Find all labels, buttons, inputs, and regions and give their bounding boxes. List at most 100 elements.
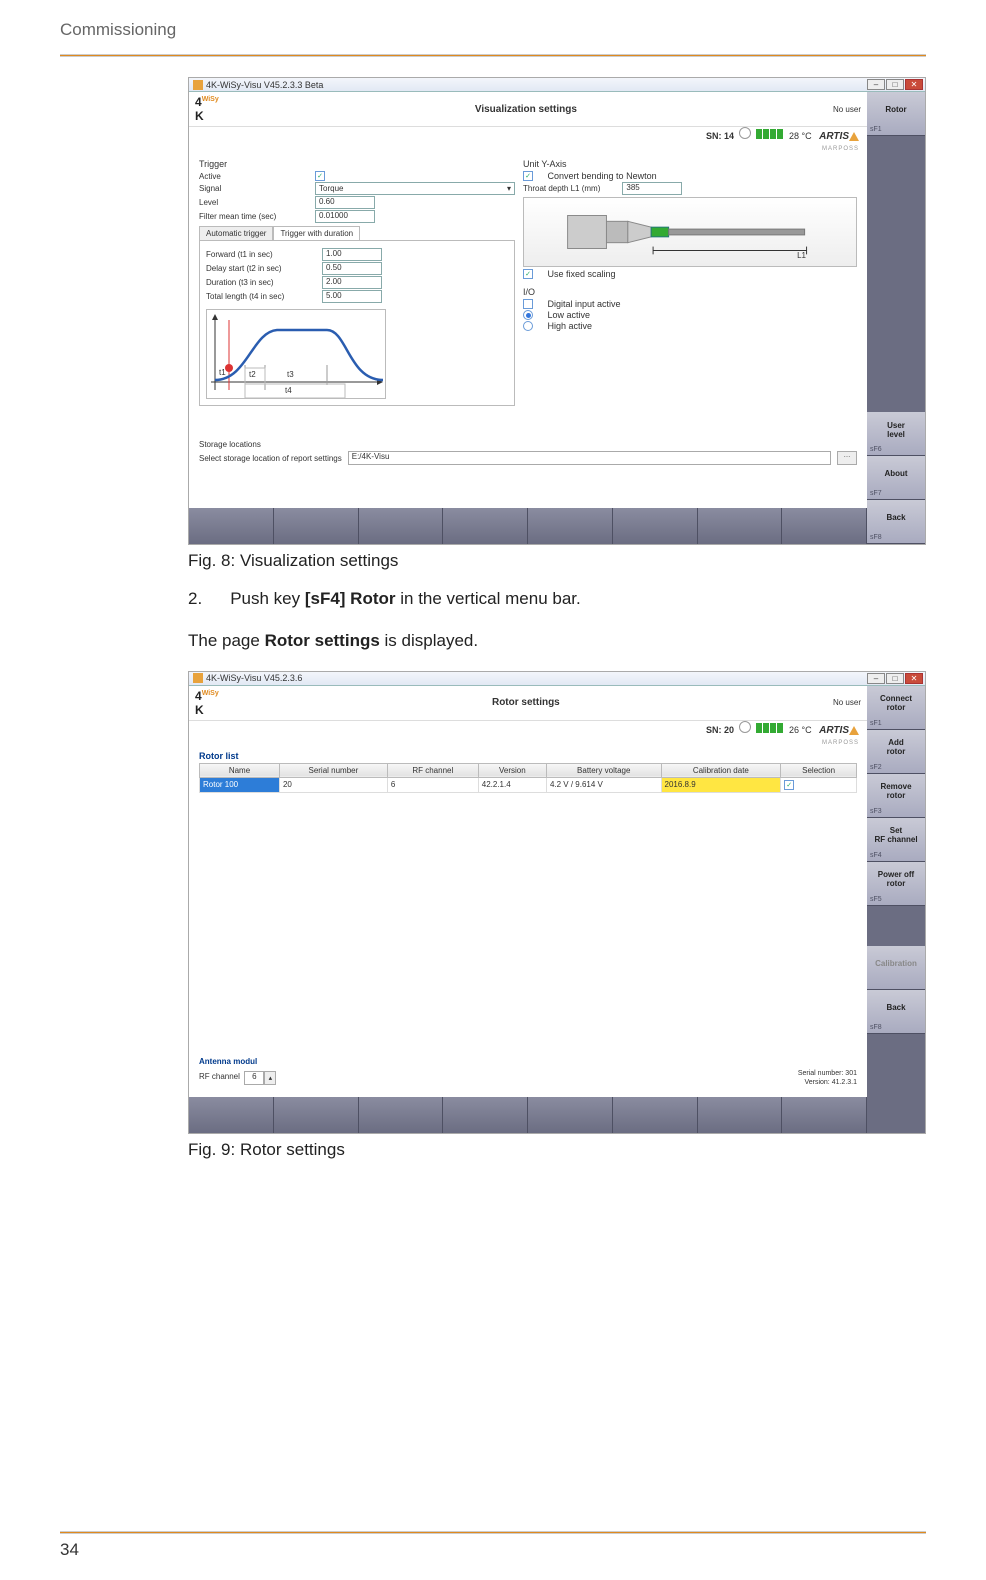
col-selection[interactable]: Selection xyxy=(781,763,857,777)
col-calibration[interactable]: Calibration date xyxy=(661,763,781,777)
figure-8-caption: Fig. 8: Visualization settings xyxy=(188,551,926,571)
rotor-table: Name Serial number RF channel Version Ba… xyxy=(199,763,857,793)
storage-heading: Storage locations xyxy=(199,440,857,449)
logo-4k: 4WiSyK xyxy=(195,95,219,123)
low-active-radio[interactable] xyxy=(523,310,533,320)
graph-t2: t2 xyxy=(249,370,256,379)
low-active-label: Low active xyxy=(548,310,591,320)
rf-channel-stepper[interactable]: 6 ▴ xyxy=(244,1071,276,1085)
col-battery[interactable]: Battery voltage xyxy=(546,763,661,777)
sn-label: SN: 14 xyxy=(706,131,734,141)
figure-9-screenshot: 4K-WiSy-Visu V45.2.3.6 – □ ✕ 4WiSyK Roto… xyxy=(188,671,926,1134)
close-button[interactable]: ✕ xyxy=(905,79,923,90)
page-title-2: Rotor settings xyxy=(225,697,827,708)
signal-label: Signal xyxy=(199,184,309,193)
signal-select[interactable]: Torque▾ xyxy=(315,182,515,195)
side-menu-2: Connect rotorsF1 Add rotorsF2 Remove rot… xyxy=(867,686,925,1133)
minimize-button[interactable]: – xyxy=(867,673,885,684)
logo-4k: 4WiSyK xyxy=(195,689,219,717)
table-empty-area xyxy=(199,793,857,1053)
fixed-scaling-checkbox[interactable]: ✓ xyxy=(523,269,533,279)
active-checkbox[interactable]: ✓ xyxy=(315,171,325,181)
spindle-diagram: L1 xyxy=(523,197,857,267)
side-add-rotor-button[interactable]: Add rotorsF2 xyxy=(867,730,925,774)
antenna-version: Version: 41.2.3.1 xyxy=(798,1078,857,1087)
graph-t4: t4 xyxy=(285,386,292,395)
signal-icon xyxy=(739,721,751,733)
battery-icon xyxy=(756,129,784,139)
side-power-off-button[interactable]: Power off rotorsF5 xyxy=(867,862,925,906)
app-icon xyxy=(193,80,203,90)
artis-logo: ARTIS xyxy=(819,131,849,142)
page-number: 34 xyxy=(60,1540,926,1560)
side-user-level-button[interactable]: User levelsF6 xyxy=(867,412,925,456)
side-set-rf-button[interactable]: Set RF channelsF4 xyxy=(867,818,925,862)
footer-rule xyxy=(60,1531,926,1534)
high-active-radio[interactable] xyxy=(523,321,533,331)
filter-input[interactable]: 0.01000 xyxy=(315,210,375,223)
side-calibration-button[interactable]: Calibration xyxy=(867,946,925,990)
cell-bat: 4.2 V / 9.614 V xyxy=(546,777,661,792)
storage-label: Select storage location of report settin… xyxy=(199,454,342,463)
col-serial[interactable]: Serial number xyxy=(279,763,387,777)
page-header: Commissioning xyxy=(0,0,986,46)
total-input[interactable]: 5.00 xyxy=(322,290,382,303)
maximize-button[interactable]: □ xyxy=(886,79,904,90)
side-remove-rotor-button[interactable]: Remove rotorsF3 xyxy=(867,774,925,818)
step-2: 2. Push key [sF4] Rotor in the vertical … xyxy=(188,587,926,611)
digital-input-checkbox[interactable] xyxy=(523,299,533,309)
app-icon xyxy=(193,673,203,683)
figure-8-screenshot: 4K-WiSy-Visu V45.2.3.3 Beta – □ ✕ 4WiSyK… xyxy=(188,77,926,545)
convert-bending-checkbox[interactable]: ✓ xyxy=(523,171,533,181)
cell-rf: 6 xyxy=(387,777,478,792)
level-input[interactable]: 0.60 xyxy=(315,196,375,209)
table-row[interactable]: Rotor 100 20 6 42.2.1.4 4.2 V / 9.614 V … xyxy=(200,777,857,792)
col-name[interactable]: Name xyxy=(200,763,280,777)
delay-input[interactable]: 0.50 xyxy=(322,262,382,275)
filter-label: Filter mean time (sec) xyxy=(199,212,309,221)
marposs-label: MARPOSS xyxy=(822,146,859,152)
col-version[interactable]: Version xyxy=(478,763,546,777)
throat-input[interactable]: 385 xyxy=(622,182,682,195)
side-empty xyxy=(867,906,925,946)
graph-t1: t1 xyxy=(219,368,226,377)
artis-logo: ARTIS xyxy=(819,725,849,736)
tab-automatic-trigger[interactable]: Automatic trigger xyxy=(199,226,273,240)
selection-checkbox[interactable]: ✓ xyxy=(784,780,794,790)
chevron-down-icon: ▾ xyxy=(507,184,511,193)
step-up-icon[interactable]: ▴ xyxy=(264,1071,276,1085)
cell-name: Rotor 100 xyxy=(200,777,280,792)
side-back-button-2[interactable]: BacksF8 xyxy=(867,990,925,1034)
antenna-serial: Serial number: 301 xyxy=(798,1069,857,1078)
window-title: 4K-WiSy-Visu V45.2.3.3 Beta xyxy=(206,80,323,90)
bottom-bar xyxy=(189,508,867,544)
antenna-heading: Antenna modul xyxy=(199,1057,857,1066)
rotor-list-heading: Rotor list xyxy=(189,749,867,763)
forward-input[interactable]: 1.00 xyxy=(322,248,382,261)
side-back-button[interactable]: BacksF8 xyxy=(867,500,925,544)
close-button[interactable]: ✕ xyxy=(905,673,923,684)
level-label: Level xyxy=(199,198,309,207)
side-about-button[interactable]: AboutsF7 xyxy=(867,456,925,500)
col-rf[interactable]: RF channel xyxy=(387,763,478,777)
unit-yaxis-heading: Unit Y-Axis xyxy=(523,159,857,169)
forward-label: Forward (t1 in sec) xyxy=(206,250,316,259)
rf-channel-label: RF channel xyxy=(199,1072,240,1081)
duration-label: Duration (t3 in sec) xyxy=(206,278,316,287)
no-user-label: No user xyxy=(833,698,861,707)
throat-label: Throat depth L1 (mm) xyxy=(523,184,600,193)
cell-sn: 20 xyxy=(279,777,387,792)
side-empty xyxy=(867,136,925,412)
convert-bending-label: Convert bending to Newton xyxy=(548,171,657,181)
side-connect-rotor-button[interactable]: Connect rotorsF1 xyxy=(867,686,925,730)
maximize-button[interactable]: □ xyxy=(886,673,904,684)
marposs-label: MARPOSS xyxy=(822,740,859,746)
duration-input[interactable]: 2.00 xyxy=(322,276,382,289)
tab-trigger-with-duration[interactable]: Trigger with duration xyxy=(273,226,360,240)
browse-button[interactable]: … xyxy=(837,451,857,465)
storage-path-input[interactable]: E:/4K-Visu xyxy=(348,451,831,465)
artis-triangle-icon xyxy=(849,132,859,141)
io-heading: I/O xyxy=(523,287,857,297)
side-rotor-button[interactable]: RotorsF1 xyxy=(867,92,925,136)
minimize-button[interactable]: – xyxy=(867,79,885,90)
